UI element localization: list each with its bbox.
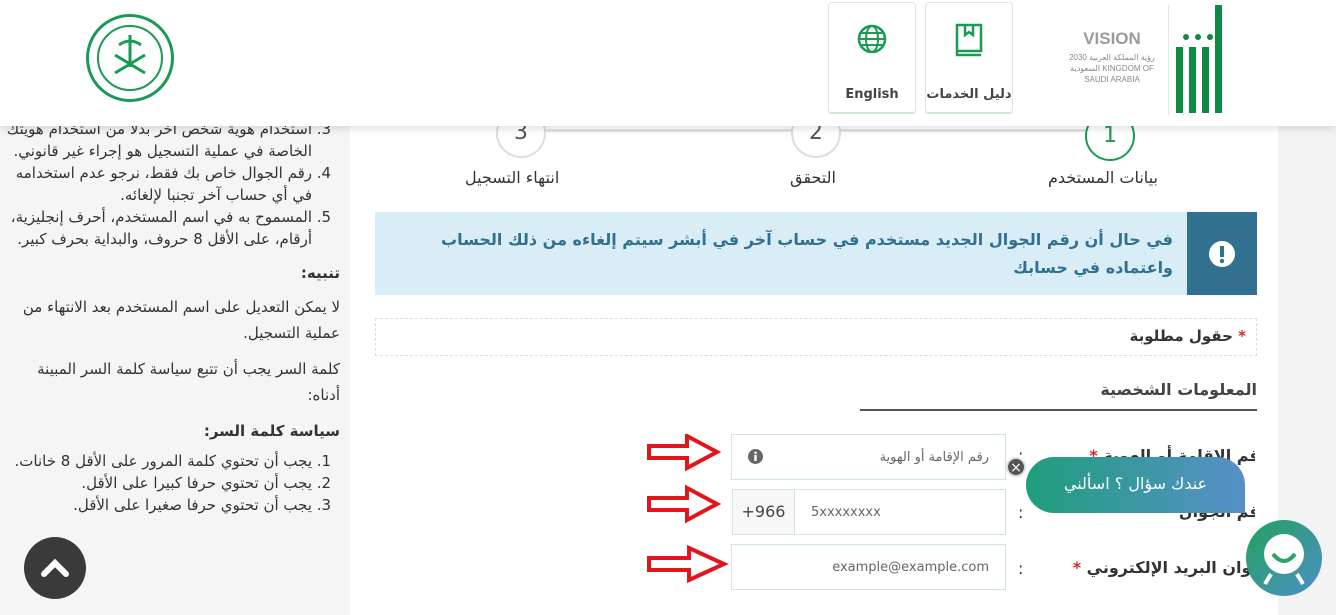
chatbot-face-icon <box>1263 534 1305 586</box>
scroll-top-button[interactable] <box>24 537 86 599</box>
chat-bubble[interactable]: عندك سؤال ؟ اسألني <box>1026 457 1245 513</box>
colon: : <box>1018 503 1024 522</box>
email-placeholder: example@example.com <box>832 560 989 575</box>
alert-box: في حال أن رقم الجوال الجديد مستخدم في حس… <box>375 212 1257 295</box>
required-fields-note: * حقول مطلوبة <box>375 318 1257 356</box>
policy-title: سياسة كلمة السر: <box>203 422 340 440</box>
password-policy-list: يجب أن تحتوي كلمة المرور على الأقل 8 خان… <box>0 450 340 516</box>
policy-intro: كلمة السر يجب أن تتبع سياسة كلمة السر ال… <box>37 360 340 404</box>
arrow-icon <box>647 484 722 524</box>
vision-2030-logo: VISION 2030 رؤية المملكة العربية السعودي… <box>1062 26 1162 96</box>
policy-item: يجب أن تحتوي حرفا صغيرا على الأقل. <box>0 494 312 516</box>
header: English دليل الخدمات VISION 2030 رؤية ال… <box>0 0 1336 126</box>
step-1-label: بيانات المستخدم <box>1048 168 1158 187</box>
arrow-icon <box>647 544 729 584</box>
section-title: المعلومات الشخصية <box>1100 380 1257 399</box>
english-button[interactable]: English <box>828 2 916 114</box>
ministry-emblem <box>86 14 174 102</box>
english-label: English <box>845 87 899 102</box>
vision-logo-text: VISION 2030 رؤية المملكة العربية السعودي… <box>1069 29 1155 84</box>
divider <box>1168 5 1169 115</box>
colon: : <box>1018 559 1024 578</box>
required-text: حقول مطلوبة <box>1129 327 1233 345</box>
notice-title: تنبيه: <box>300 264 340 282</box>
section-underline <box>860 409 1257 411</box>
info-icon[interactable] <box>748 449 763 464</box>
chevron-up-icon <box>41 558 69 577</box>
mobile-placeholder: 5xxxxxxxx <box>811 505 881 520</box>
services-guide-label: دليل الخدمات <box>926 87 1012 102</box>
step-3-label: انتهاء التسجيل <box>465 168 560 187</box>
emblem-icon <box>97 25 163 91</box>
arrow-icon <box>647 434 722 472</box>
chatbot-avatar[interactable] <box>1246 520 1322 596</box>
instructions-list: استخدام هوية شخص آخر بدلا من استخدام هوي… <box>0 126 340 250</box>
mobile-input[interactable]: +966 5xxxxxxxx <box>732 489 1006 535</box>
alert-text: في حال أن رقم الجوال الجديد مستخدم في حس… <box>441 230 1173 277</box>
globe-icon <box>857 24 887 54</box>
required-star: * <box>1238 327 1246 345</box>
instruction-item: استخدام هوية شخص آخر بدلا من استخدام هوي… <box>0 126 312 162</box>
email-label: عنوان البريد الإلكتروني * <box>1072 558 1255 577</box>
absher-logo <box>1175 5 1225 115</box>
services-guide-button[interactable]: دليل الخدمات <box>925 2 1013 114</box>
exclamation-icon <box>1187 212 1257 295</box>
red-arrows <box>647 434 729 584</box>
id-number-input[interactable]: رقم الإقامة أو الهوية <box>731 434 1006 480</box>
policy-item: يجب أن تحتوي كلمة المرور على الأقل 8 خان… <box>0 450 312 472</box>
id-placeholder: رقم الإقامة أو الهوية <box>879 450 989 465</box>
country-code: +966 <box>733 490 795 534</box>
notice-text: لا يمكن التعديل على اسم المستخدم بعد الا… <box>22 298 340 342</box>
chat-close-icon[interactable]: × <box>1006 457 1026 477</box>
book-icon <box>955 23 983 57</box>
instruction-item: رقم الجوال خاص بك فقط، نرجو عدم استخدامه… <box>0 162 312 206</box>
email-input[interactable]: example@example.com <box>731 544 1006 590</box>
instruction-item: المسموح به في اسم المستخدم، أحرف إنجليزي… <box>0 206 312 250</box>
policy-item: يجب أن تحتوي حرفا كبيرا على الأقل. <box>0 472 312 494</box>
step-2-label: التحقق <box>790 168 836 187</box>
